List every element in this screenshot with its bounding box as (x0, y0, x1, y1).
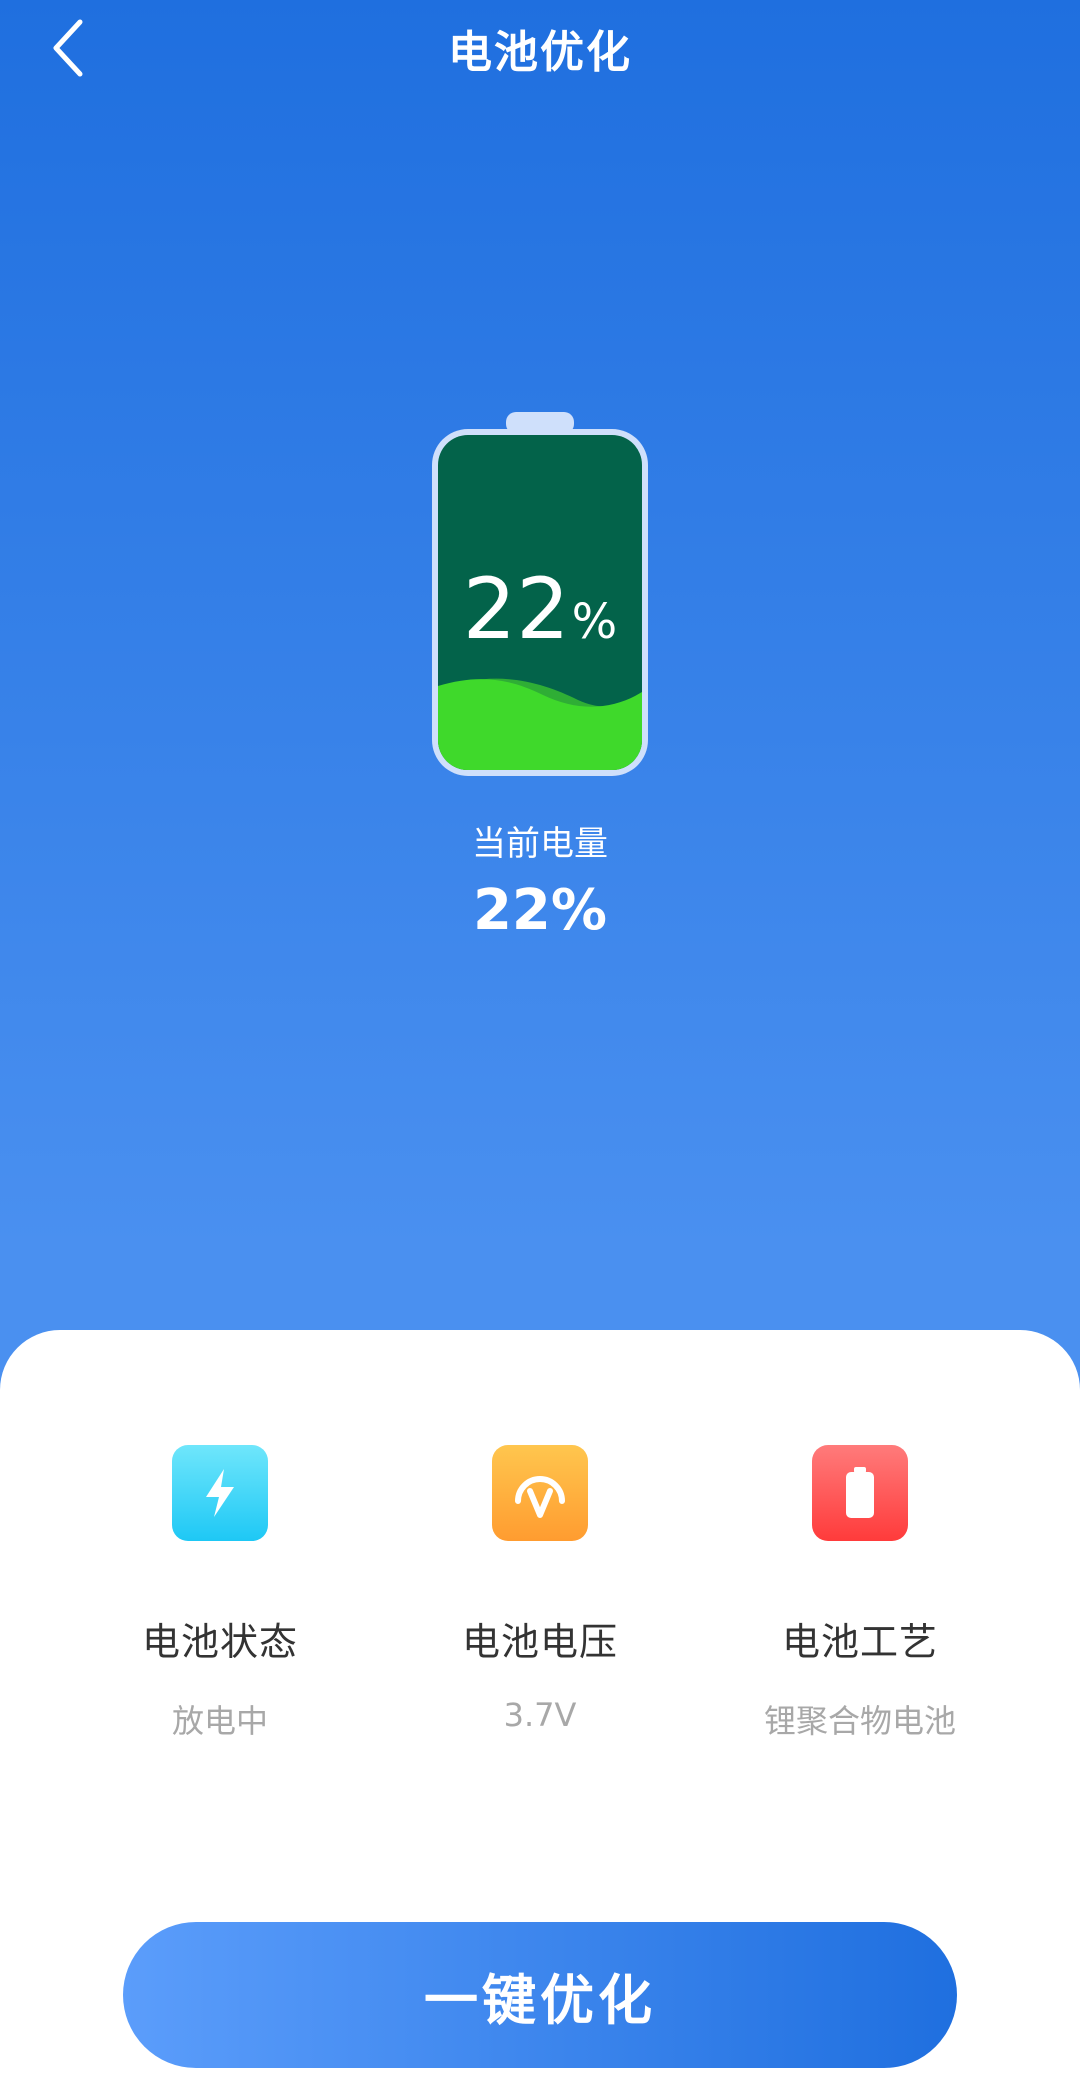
stat-label: 电池工艺 (781, 1620, 938, 1664)
voltage-gauge-icon (492, 1445, 588, 1541)
one-click-optimize-button[interactable]: 一键优化 (123, 1922, 957, 2068)
current-charge-label: 当前电量 (472, 824, 608, 864)
current-charge-value: 22% (472, 878, 608, 943)
page-title: 电池优化 (448, 27, 632, 78)
stat-battery-voltage: 电池电压 3.7V (380, 1445, 700, 1734)
stat-value: 放电中 (171, 1702, 268, 1740)
stat-battery-status: 电池状态 放电中 (60, 1445, 380, 1742)
battery-percent-display: 22% (428, 560, 652, 658)
stat-value: 锂聚合物电池 (763, 1702, 956, 1740)
stat-label: 电池电压 (461, 1620, 618, 1664)
battery-percent-unit: % (571, 594, 618, 650)
stat-value: 3.7V (503, 1696, 577, 1734)
lightning-icon (172, 1445, 268, 1541)
battery-icon (812, 1445, 908, 1541)
stat-label: 电池状态 (141, 1620, 298, 1664)
battery-percent-number: 22 (462, 560, 570, 658)
battery-graphic: 22% (428, 410, 652, 780)
stat-battery-technology: 电池工艺 锂聚合物电池 (700, 1445, 1020, 1742)
header: 电池优化 (0, 0, 1080, 100)
